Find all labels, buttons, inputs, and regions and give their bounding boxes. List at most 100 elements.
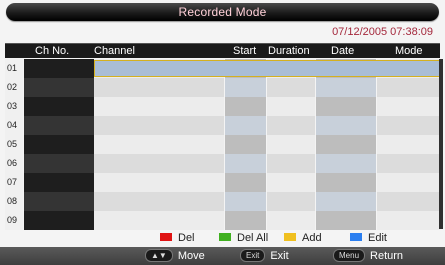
- cell-ch-no: [24, 173, 94, 192]
- row-index: 06: [5, 154, 23, 173]
- row-index: 04: [5, 116, 23, 135]
- column-header-duration: Duration: [268, 45, 310, 57]
- cell-date: [316, 192, 376, 211]
- cell-ch-no: [24, 78, 94, 97]
- cell-ch-no: [24, 192, 94, 211]
- cell-start: [225, 116, 266, 135]
- cell-start: [225, 135, 266, 154]
- table-row[interactable]: 08: [5, 192, 440, 211]
- color-key-legend: Del Del All Add Edit: [0, 230, 445, 246]
- cell-mode: [377, 173, 440, 192]
- footer-return-label: Return: [370, 250, 404, 263]
- cell-date: [316, 135, 376, 154]
- table-row[interactable]: 03: [5, 97, 440, 116]
- green-key-icon: [219, 233, 231, 242]
- title-bar: Recorded Mode: [6, 3, 439, 21]
- cell-ch-no: [24, 211, 94, 230]
- red-key-icon: [160, 233, 172, 242]
- legend-add[interactable]: Add: [284, 230, 322, 246]
- legend-add-label: Add: [302, 232, 322, 244]
- footer-exit-label: Exit: [270, 250, 289, 263]
- recorded-mode-screen: Recorded Mode 07/12/2005 07:38:09 Ch No.…: [0, 0, 445, 265]
- cell-channel: [94, 211, 224, 230]
- cell-start: [225, 78, 266, 97]
- table-row[interactable]: 09: [5, 211, 440, 230]
- cell-date: [316, 116, 376, 135]
- cell-mode: [377, 154, 440, 173]
- cell-channel: [94, 97, 224, 116]
- cell-duration: [267, 135, 315, 154]
- row-index: 02: [5, 78, 23, 97]
- yellow-key-icon: [284, 233, 296, 242]
- up-down-arrows-icon: ▲▼: [145, 248, 173, 262]
- legend-del-all-label: Del All: [237, 232, 269, 244]
- cell-duration: [267, 192, 315, 211]
- table-row[interactable]: 06: [5, 154, 440, 173]
- footer-exit[interactable]: Exit Exit: [240, 247, 289, 265]
- cell-start: [225, 97, 266, 116]
- cell-duration: [267, 116, 315, 135]
- cell-ch-no: [24, 116, 94, 135]
- row-index: 07: [5, 173, 23, 192]
- legend-edit[interactable]: Edit: [350, 230, 387, 246]
- column-header-start: Start: [233, 45, 257, 57]
- row-index: 08: [5, 192, 23, 211]
- legend-edit-label: Edit: [368, 232, 387, 244]
- row-index: 03: [5, 97, 23, 116]
- cell-ch-no: [24, 97, 94, 116]
- cell-date: [316, 78, 376, 97]
- cell-channel: [94, 116, 224, 135]
- recordings-table: 01 02 03 04 05 06 07 08 09: [5, 59, 440, 230]
- cell-mode: [377, 192, 440, 211]
- row-index: 05: [5, 135, 23, 154]
- datetime-display: 07/12/2005 07:38:09: [332, 26, 433, 38]
- footer-move[interactable]: ▲▼ Move: [145, 247, 205, 265]
- table-row[interactable]: 07: [5, 173, 440, 192]
- cell-start: [225, 154, 266, 173]
- cell-channel: [94, 173, 224, 192]
- column-header-channel: Channel: [94, 45, 135, 57]
- cell-date: [316, 97, 376, 116]
- cell-mode: [377, 97, 440, 116]
- cell-ch-no: [24, 135, 94, 154]
- cell-duration: [267, 211, 315, 230]
- cell-start: [225, 173, 266, 192]
- table-row[interactable]: 04: [5, 116, 440, 135]
- column-header-date: Date: [331, 45, 355, 57]
- cell-start: [225, 211, 266, 230]
- footer-bar: ▲▼ Move Exit Exit Menu Return: [0, 247, 445, 265]
- cell-channel: [94, 135, 224, 154]
- table-row[interactable]: 05: [5, 135, 440, 154]
- cell-mode: [377, 135, 440, 154]
- window-title: Recorded Mode: [178, 5, 267, 19]
- scrollbar[interactable]: [439, 59, 443, 229]
- cell-mode: [377, 78, 440, 97]
- cell-start: [225, 192, 266, 211]
- legend-del[interactable]: Del: [160, 230, 195, 246]
- cell-duration: [267, 154, 315, 173]
- footer-move-label: Move: [177, 250, 205, 263]
- cell-channel: [94, 154, 224, 173]
- column-header-mode: Mode: [395, 45, 423, 57]
- selection-highlight: [94, 60, 440, 77]
- menu-key-icon: Menu: [333, 248, 366, 262]
- footer-return[interactable]: Menu Return: [333, 247, 403, 265]
- cell-channel: [94, 78, 224, 97]
- cell-mode: [377, 211, 440, 230]
- cell-date: [316, 211, 376, 230]
- table-row[interactable]: 02: [5, 78, 440, 97]
- legend-del-all[interactable]: Del All: [219, 230, 268, 246]
- cell-date: [316, 173, 376, 192]
- row-index: 09: [5, 211, 23, 230]
- cell-duration: [267, 173, 315, 192]
- table-row[interactable]: 01: [5, 59, 440, 78]
- table-header: Ch No. Channel Start Duration Date Mode: [5, 43, 440, 58]
- column-header-ch-no: Ch No.: [35, 45, 70, 57]
- legend-del-label: Del: [178, 232, 195, 244]
- cell-mode: [377, 116, 440, 135]
- row-index: 01: [5, 59, 23, 78]
- cell-ch-no: [24, 154, 94, 173]
- cell-duration: [267, 78, 315, 97]
- exit-key-icon: Exit: [240, 248, 266, 262]
- cell-date: [316, 154, 376, 173]
